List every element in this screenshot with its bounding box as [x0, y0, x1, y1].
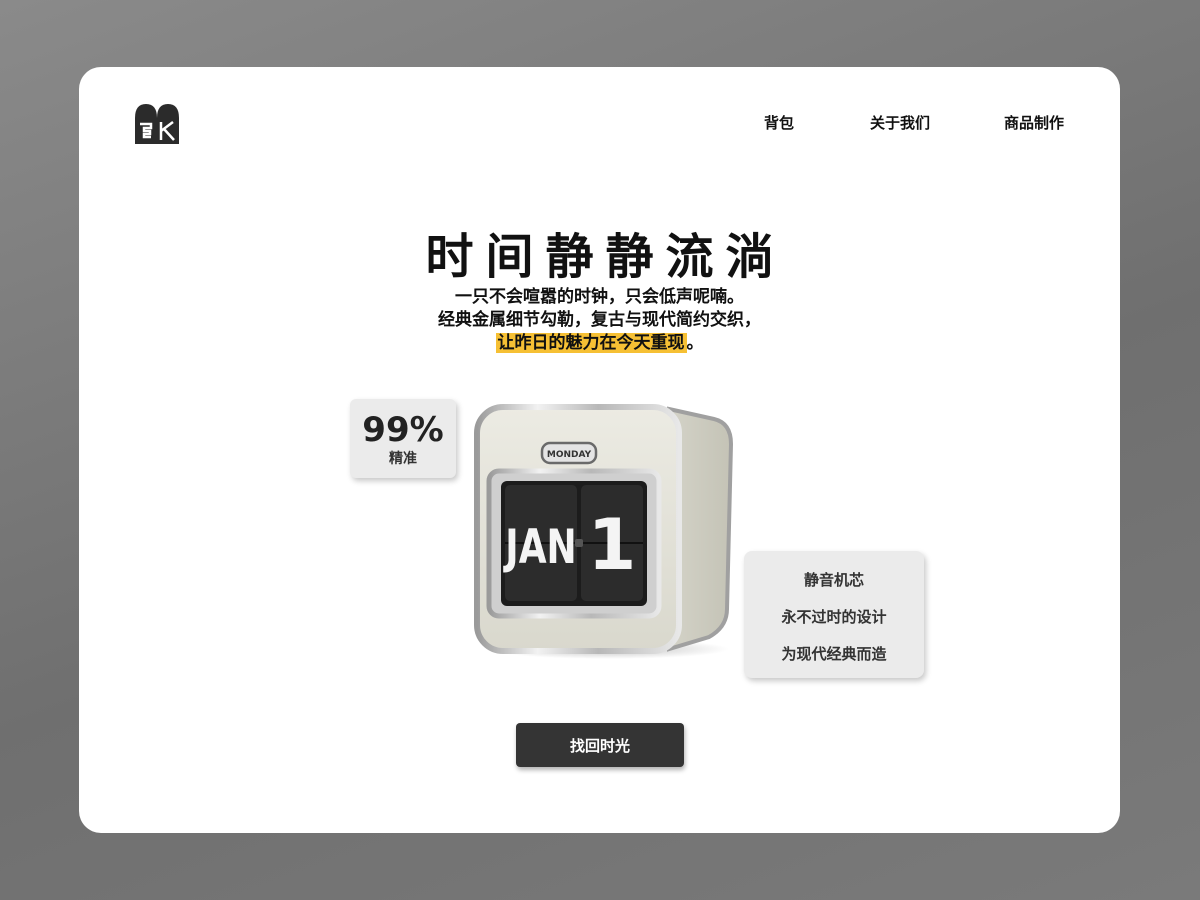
- ek-logo-icon[interactable]: [133, 102, 181, 146]
- accuracy-label: 精准: [389, 451, 417, 467]
- top-nav: 背包 关于我们 商品制作: [764, 112, 1064, 133]
- accuracy-value: 99%: [362, 410, 444, 450]
- hero-highlight-text: 让昨日的魅力在今天重现: [495, 333, 687, 353]
- nav-item-product-making[interactable]: 商品制作: [1004, 112, 1064, 133]
- clock-month-text: JAN: [503, 519, 577, 574]
- feature-item: 为现代经典而造: [781, 645, 887, 663]
- feature-item: 静音机芯: [803, 571, 864, 589]
- hero-subtitle-line3: 让昨日的魅力在今天重现。: [79, 332, 1120, 355]
- hero-title: 时间静静流淌: [425, 229, 786, 285]
- hero-subtitle-line1: 一只不会喧嚣的时钟，只会低声呢喃。: [455, 287, 744, 307]
- find-time-button[interactable]: 找回时光: [516, 723, 684, 767]
- feature-item: 永不过时的设计: [781, 608, 887, 626]
- hero-subtitle-end: 。: [686, 333, 704, 353]
- nav-item-about-us[interactable]: 关于我们: [870, 112, 930, 133]
- accuracy-badge: 99% 精准: [350, 399, 456, 478]
- nav-item-backpack[interactable]: 背包: [764, 112, 794, 133]
- hero-subtitle-line2: 经典金属细节勾勒，复古与现代简约交织，: [438, 310, 761, 330]
- flip-clock-image: MONDAY JAN 1: [474, 404, 734, 659]
- feature-list-card: 静音机芯 永不过时的设计 为现代经典而造: [744, 551, 924, 678]
- clock-day-text: MONDAY: [547, 450, 592, 460]
- clock-date-text: 1: [588, 504, 637, 586]
- main-card: 背包 关于我们 商品制作 时间静静流淌 一只不会喧嚣的时钟，只会低声呢喃。 经典…: [79, 67, 1120, 833]
